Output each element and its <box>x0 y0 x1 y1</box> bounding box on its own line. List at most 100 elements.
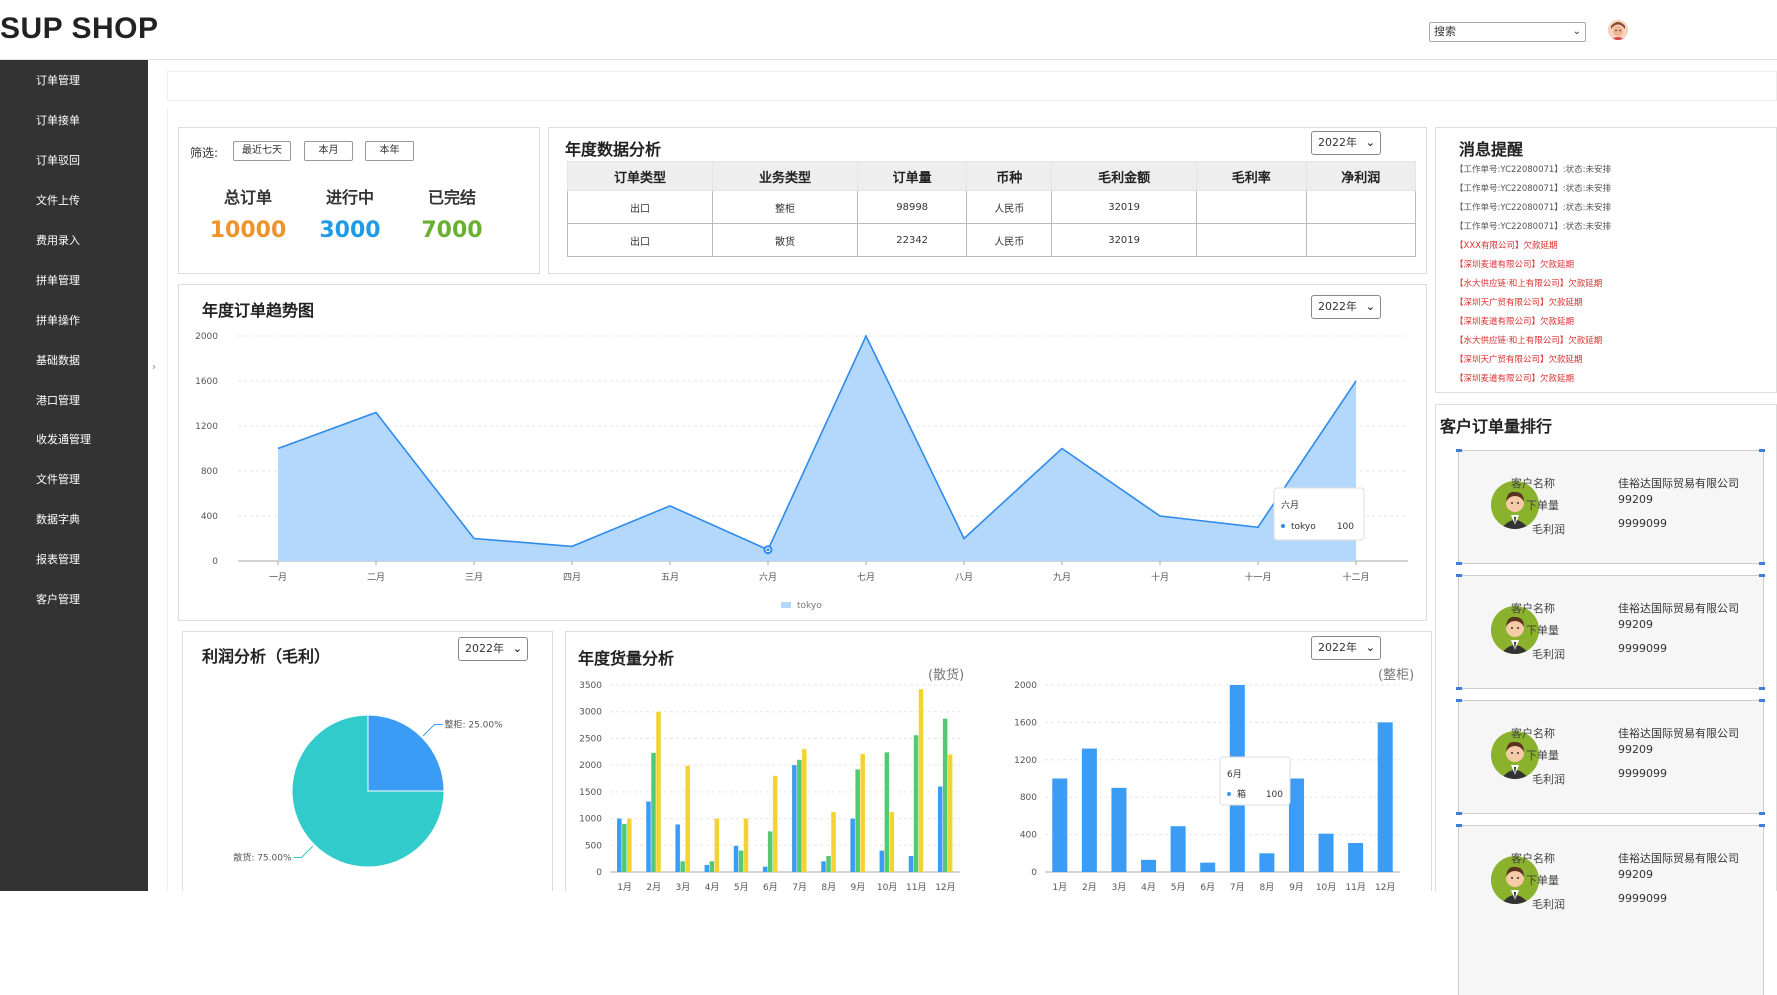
bar[interactable] <box>1318 833 1334 872</box>
bar[interactable] <box>767 831 773 872</box>
trend-line-chart[interactable]: 0400800120016002000一月 二月 三月 四月 五月 六月 七月 八月 九月 十月十… <box>178 284 1427 621</box>
customer-card[interactable]: 客户名称 佳裕达国际贸易有限公司 下单量 99209 毛利润 9999099 <box>1456 574 1765 690</box>
sidebar-item-file-upload[interactable]: 文件上传 <box>36 192 80 208</box>
sidebar-item-consolidation-management[interactable]: 拼单管理 <box>36 272 80 288</box>
bar[interactable] <box>913 735 919 872</box>
user-avatar[interactable] <box>1608 20 1628 40</box>
message-item[interactable]: 【工作单号:YC22080071】:状态:未安排 <box>1455 220 1611 232</box>
profit-pie-chart[interactable]: 整柜: 25.00% 散货: 75.00% <box>182 631 553 891</box>
bar[interactable] <box>675 824 680 872</box>
legend-label[interactable]: tokyo <box>797 601 822 611</box>
sidebar-item-basic-data[interactable]: 基础数据 <box>36 352 80 368</box>
bar[interactable] <box>1200 862 1216 872</box>
message-item[interactable]: 【深圳天广贸有限公司】欠款延期 <box>1455 296 1583 308</box>
message-item[interactable]: 【深圳麦道有限公司】欠款延期 <box>1455 258 1574 270</box>
message-item[interactable]: 【深圳麦道有限公司】欠款延期 <box>1455 372 1574 384</box>
message-item[interactable]: 【工作单号:YC22080071】:状态:未安排 <box>1455 201 1611 213</box>
sidebar-item-order-management[interactable]: 订单管理 <box>36 72 80 88</box>
filter-last-7-days-button[interactable]: 最近七天 <box>233 141 291 161</box>
bar[interactable] <box>942 718 948 872</box>
filter-this-year-button[interactable]: 本年 <box>365 141 414 161</box>
resize-handle[interactable] <box>1456 812 1462 815</box>
sidebar-item-fee-entry[interactable]: 费用录入 <box>36 232 80 248</box>
message-item[interactable]: 【深圳天广贸有限公司】欠款延期 <box>1455 353 1583 365</box>
resize-handle[interactable] <box>1456 687 1462 690</box>
bar[interactable] <box>656 711 661 872</box>
bar[interactable] <box>918 689 924 872</box>
bar[interactable] <box>622 823 627 872</box>
bulk-bar-chart[interactable]: 0 500 1000 1500 2000 2500 3000 3500 1月 2月 3月 4月 5月 6月… <box>565 631 965 891</box>
bar[interactable] <box>709 861 715 872</box>
resize-handle[interactable] <box>1759 449 1765 452</box>
customer-card[interactable]: 客户名称 佳裕达国际贸易有限公司 下单量 99209 毛利润 9999099 <box>1456 824 1765 995</box>
bar[interactable] <box>855 769 860 872</box>
resize-handle[interactable] <box>1456 449 1462 452</box>
bar[interactable] <box>879 850 885 872</box>
message-item[interactable]: 【水大供应链·和上有限公司】欠款延期 <box>1455 334 1602 346</box>
bar[interactable] <box>714 818 720 872</box>
sidebar-item-port-management[interactable]: 港口管理 <box>36 392 80 408</box>
sidebar-item-document-management[interactable]: 文件管理 <box>36 471 80 487</box>
message-item[interactable]: 【工作单号:YC22080071】:状态:未安排 <box>1455 182 1611 194</box>
legend-swatch[interactable] <box>781 602 791 608</box>
resize-handle[interactable] <box>1759 824 1765 827</box>
sidebar-item-shipper-consignee[interactable]: 收发通管理 <box>36 431 91 447</box>
bar[interactable] <box>792 765 797 872</box>
bar[interactable] <box>1348 843 1364 872</box>
bar[interactable] <box>797 759 802 872</box>
bar[interactable] <box>646 801 651 872</box>
bar[interactable] <box>884 752 890 872</box>
bar[interactable] <box>850 818 855 872</box>
resize-handle[interactable] <box>1759 562 1765 565</box>
resize-handle[interactable] <box>1759 574 1765 577</box>
bar[interactable] <box>704 865 710 872</box>
bar[interactable] <box>1259 853 1275 872</box>
bar[interactable] <box>651 752 656 872</box>
bar[interactable] <box>762 866 768 872</box>
bar[interactable] <box>947 754 953 872</box>
bar[interactable] <box>937 786 943 872</box>
bar[interactable] <box>680 861 685 872</box>
resize-handle[interactable] <box>1456 574 1462 577</box>
sidebar-item-customer-management[interactable]: 客户管理 <box>36 591 80 607</box>
customer-card[interactable]: 客户名称 佳裕达国际贸易有限公司 下单量 99209 毛利润 9999099 <box>1456 699 1765 815</box>
sidebar-item-consolidation-operation[interactable]: 拼单操作 <box>36 312 80 328</box>
customer-card[interactable]: 客户名称 佳裕达国际贸易有限公司 下单量 99209 毛利润 9999099 <box>1456 449 1765 565</box>
bar[interactable] <box>1052 778 1068 873</box>
bar[interactable] <box>1141 859 1157 872</box>
bar[interactable] <box>617 818 622 872</box>
bar[interactable] <box>733 845 739 872</box>
bar[interactable] <box>772 775 778 872</box>
message-item[interactable]: 【工作单号:YC22080071】:状态:未安排 <box>1455 163 1611 175</box>
bar[interactable] <box>826 855 831 872</box>
resize-handle[interactable] <box>1759 699 1765 702</box>
bar[interactable] <box>1111 787 1127 872</box>
fcl-bar-chart[interactable]: 0 400 800 1200 1600 2000 1月 2月 3月 4月 5月 6月 7月 8月 9月 10月… <box>995 631 1415 891</box>
sidebar-item-order-accept[interactable]: 订单接单 <box>36 112 80 128</box>
bar[interactable] <box>831 812 836 872</box>
bar[interactable] <box>738 850 744 872</box>
annual-year-select[interactable]: 2022年 ⌄ <box>1311 131 1381 155</box>
bar[interactable] <box>627 818 632 872</box>
sidebar-collapse-icon[interactable]: › <box>152 362 156 373</box>
bar[interactable] <box>1081 748 1097 872</box>
bar[interactable] <box>743 818 749 872</box>
bar[interactable] <box>1288 778 1304 873</box>
filter-this-month-button[interactable]: 本月 <box>304 141 353 161</box>
resize-handle[interactable] <box>1456 824 1462 827</box>
bar[interactable] <box>685 765 690 872</box>
message-item[interactable]: 【XXX有限公司】欠款延期 <box>1455 239 1557 251</box>
message-item[interactable]: 【水大供应链·和上有限公司】欠款延期 <box>1455 277 1602 289</box>
bar[interactable] <box>889 812 895 872</box>
bar[interactable] <box>1170 826 1186 872</box>
resize-handle[interactable] <box>1456 562 1462 565</box>
bar[interactable] <box>821 861 826 872</box>
resize-handle[interactable] <box>1759 687 1765 690</box>
resize-handle[interactable] <box>1456 699 1462 702</box>
sidebar-item-report-management[interactable]: 报表管理 <box>36 551 80 567</box>
resize-handle[interactable] <box>1759 812 1765 815</box>
sidebar-item-order-reject[interactable]: 订单驳回 <box>36 152 80 168</box>
bar[interactable] <box>908 855 914 872</box>
bar[interactable] <box>1377 722 1393 872</box>
sidebar-item-data-dictionary[interactable]: 数据字典 <box>36 511 80 527</box>
